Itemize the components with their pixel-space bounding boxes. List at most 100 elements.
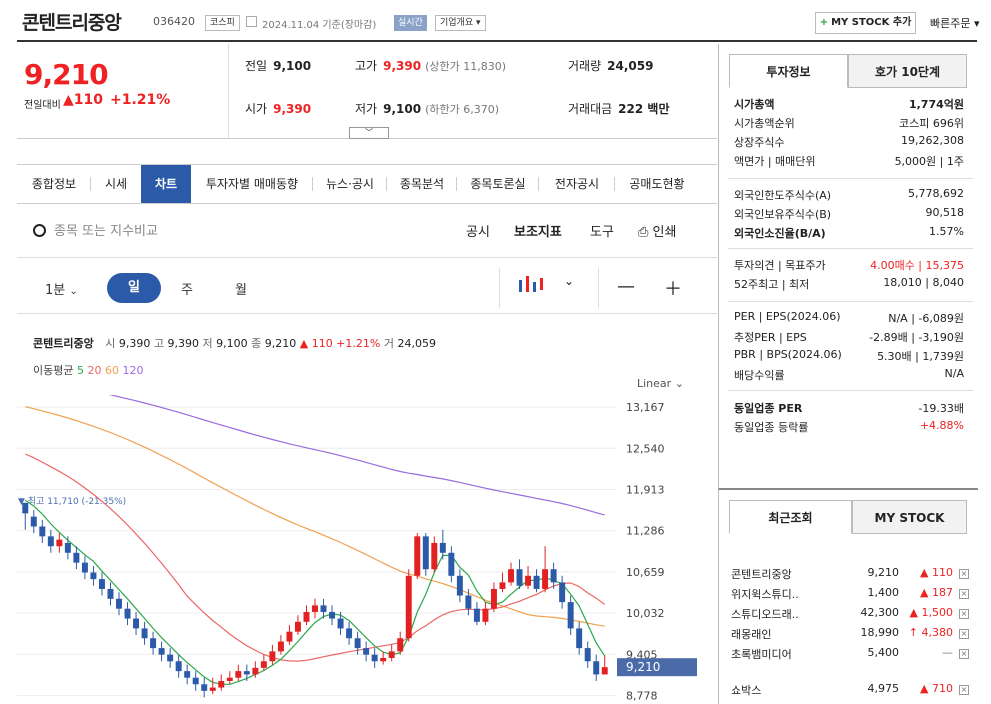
- recent-price: 18,990: [860, 626, 900, 639]
- y-tick-label: 13,167: [626, 401, 665, 414]
- calendar-icon: [246, 16, 257, 27]
- recent-item[interactable]: 래몽래인 18,990 ↑ 4,380 ×: [731, 626, 969, 644]
- recent-name: 래몽래인: [731, 628, 772, 641]
- chevron-down-icon[interactable]: ⌄: [564, 274, 574, 288]
- period-1min[interactable]: 1분 ⌄: [45, 279, 78, 298]
- period-week[interactable]: 주: [181, 279, 193, 298]
- invest-value: 5.30배 | 1,739원: [877, 350, 964, 363]
- tab-summary[interactable]: 종합정보: [17, 165, 91, 203]
- invest-row: 외국인보유주식수(B) 90,518: [734, 206, 964, 224]
- tab-mystock[interactable]: MY STOCK: [852, 500, 967, 534]
- recent-item[interactable]: 초록뱀미디어 5,400 — ×: [731, 646, 969, 664]
- tab-chart[interactable]: 차트: [141, 165, 191, 203]
- tab-orderbook[interactable]: 호가 10단계: [848, 54, 967, 88]
- quote-label: 전일: [245, 59, 268, 73]
- divider: [17, 257, 717, 258]
- invest-label: 외국인소진율(B/A): [734, 227, 826, 240]
- tool-button[interactable]: 도구: [590, 221, 614, 240]
- scale-dropdown[interactable]: Linear ⌄: [637, 377, 684, 390]
- notice-button[interactable]: 공시: [466, 221, 490, 240]
- recent-change: ▲ 110: [920, 566, 953, 579]
- candlestick-type-icon[interactable]: [517, 274, 545, 296]
- chevron-down-icon: ⌄: [674, 377, 684, 390]
- recent-price: 5,400: [867, 646, 900, 659]
- recent-item[interactable]: 콘텐트리중앙 9,210 ▲ 110 ×: [731, 566, 969, 584]
- print-button[interactable]: ⎙ 인쇄: [638, 221, 676, 240]
- corp-info-dropdown[interactable]: 기업개요 ▾: [435, 15, 486, 31]
- stock-name: 콘텐트리중앙: [22, 12, 122, 34]
- close-icon[interactable]: ×: [959, 609, 969, 619]
- tab-news[interactable]: 뉴스·공시: [313, 165, 387, 203]
- candle-body: [30, 516, 37, 527]
- mystock-add-button[interactable]: + MY STOCK 추가: [815, 12, 916, 34]
- candle-body: [22, 502, 29, 514]
- candle-body: [56, 539, 63, 547]
- close-icon[interactable]: ×: [959, 685, 969, 695]
- candle-body: [150, 638, 157, 649]
- section-divider: [728, 178, 973, 179]
- tab-discussion[interactable]: 종목토론실: [457, 165, 539, 203]
- tab-analysis[interactable]: 종목분석: [387, 165, 457, 203]
- period-month[interactable]: 월: [235, 279, 247, 298]
- candle-body: [277, 641, 284, 652]
- recent-item[interactable]: 스튜디오드래.. 42,300 ▲ 1,500 ×: [731, 606, 969, 624]
- candle-body: [584, 648, 591, 662]
- quick-order-label: 빠른주문: [930, 17, 971, 30]
- close-icon[interactable]: ×: [959, 589, 969, 599]
- tab-quote[interactable]: 시세: [91, 165, 141, 203]
- candle-body: [312, 605, 318, 612]
- candle-body: [98, 579, 105, 589]
- compare-search[interactable]: 종목 또는 지수비교: [33, 220, 158, 239]
- recent-change: ▲ 710: [920, 682, 953, 695]
- price-change: ▲110: [63, 92, 103, 108]
- invest-row: 배당수익률 N/A: [734, 367, 964, 385]
- recent-item[interactable]: 위지윅스튜디.. 1,400 ▲ 187 ×: [731, 586, 969, 604]
- invest-label: 투자의견 | 목표주가: [734, 259, 826, 272]
- invest-label: PER | EPS(2024.06): [734, 310, 841, 323]
- period-day[interactable]: 일: [107, 273, 161, 303]
- invest-value: 5,000원 | 1주: [894, 155, 964, 168]
- moving-average-legend: 이동평균 5 20 60 120: [33, 362, 143, 378]
- recent-price: 1,400: [867, 586, 900, 599]
- invest-label: 동일업종 PER: [734, 402, 803, 415]
- close-icon[interactable]: ×: [959, 629, 969, 639]
- invest-value: 90,518: [925, 206, 965, 219]
- invest-value: 5,778,692: [908, 187, 964, 200]
- candle-body: [158, 648, 165, 655]
- period-label: 1분: [45, 283, 66, 298]
- tab-label: 투자자별 매매동향: [205, 177, 299, 191]
- candle-body: [533, 575, 540, 589]
- tab-invest-info[interactable]: 투자정보: [729, 54, 848, 88]
- invest-value: N/A: [944, 367, 964, 380]
- lower-limit: (하한가 6,370): [425, 103, 499, 116]
- invest-row: PBR | BPS(2024.06) 5.30배 | 1,739원: [734, 348, 964, 366]
- close-icon[interactable]: ×: [959, 569, 969, 579]
- expand-toggle[interactable]: ﹀: [349, 127, 389, 139]
- info-close: 9,210: [264, 337, 297, 350]
- recent-price: 9,210: [867, 566, 900, 579]
- close-icon[interactable]: ×: [959, 649, 969, 659]
- candle-body: [601, 667, 608, 675]
- candle-body: [218, 680, 225, 688]
- quote-label: 거래량: [568, 59, 602, 73]
- indicator-button[interactable]: 보조지표: [514, 221, 562, 240]
- base-date: 2024.11.04 기준(장마감): [262, 20, 377, 31]
- tab-investor[interactable]: 투자자별 매매동향: [191, 165, 313, 203]
- candle-body: [576, 628, 583, 649]
- invest-label: 동일업종 등락률: [734, 421, 809, 434]
- quick-order-button[interactable]: 빠른주문 ▾: [930, 15, 980, 31]
- quote-volume: 거래량 24,059: [568, 57, 653, 74]
- candle-body: [516, 569, 523, 586]
- quote-prev: 전일 9,100: [245, 57, 311, 74]
- tab-disclosure[interactable]: 전자공시: [539, 165, 615, 203]
- tab-recent[interactable]: 최근조회: [729, 500, 852, 534]
- zoom-in-button[interactable]: ＋: [664, 275, 682, 301]
- tab-short-selling[interactable]: 공매도현황: [615, 165, 699, 203]
- quote-value: 222 백만: [618, 102, 670, 116]
- zoom-out-button[interactable]: —: [617, 276, 635, 297]
- recent-item[interactable]: 쇼박스 4,975 ▲ 710 ×: [731, 682, 969, 700]
- realtime-button[interactable]: 실시간: [394, 15, 427, 31]
- candle-body: [456, 575, 463, 596]
- price-chart[interactable]: 13,16712,54011,91311,28610,65910,0329,40…: [17, 395, 702, 704]
- tab-label: 뉴스·공시: [326, 177, 374, 191]
